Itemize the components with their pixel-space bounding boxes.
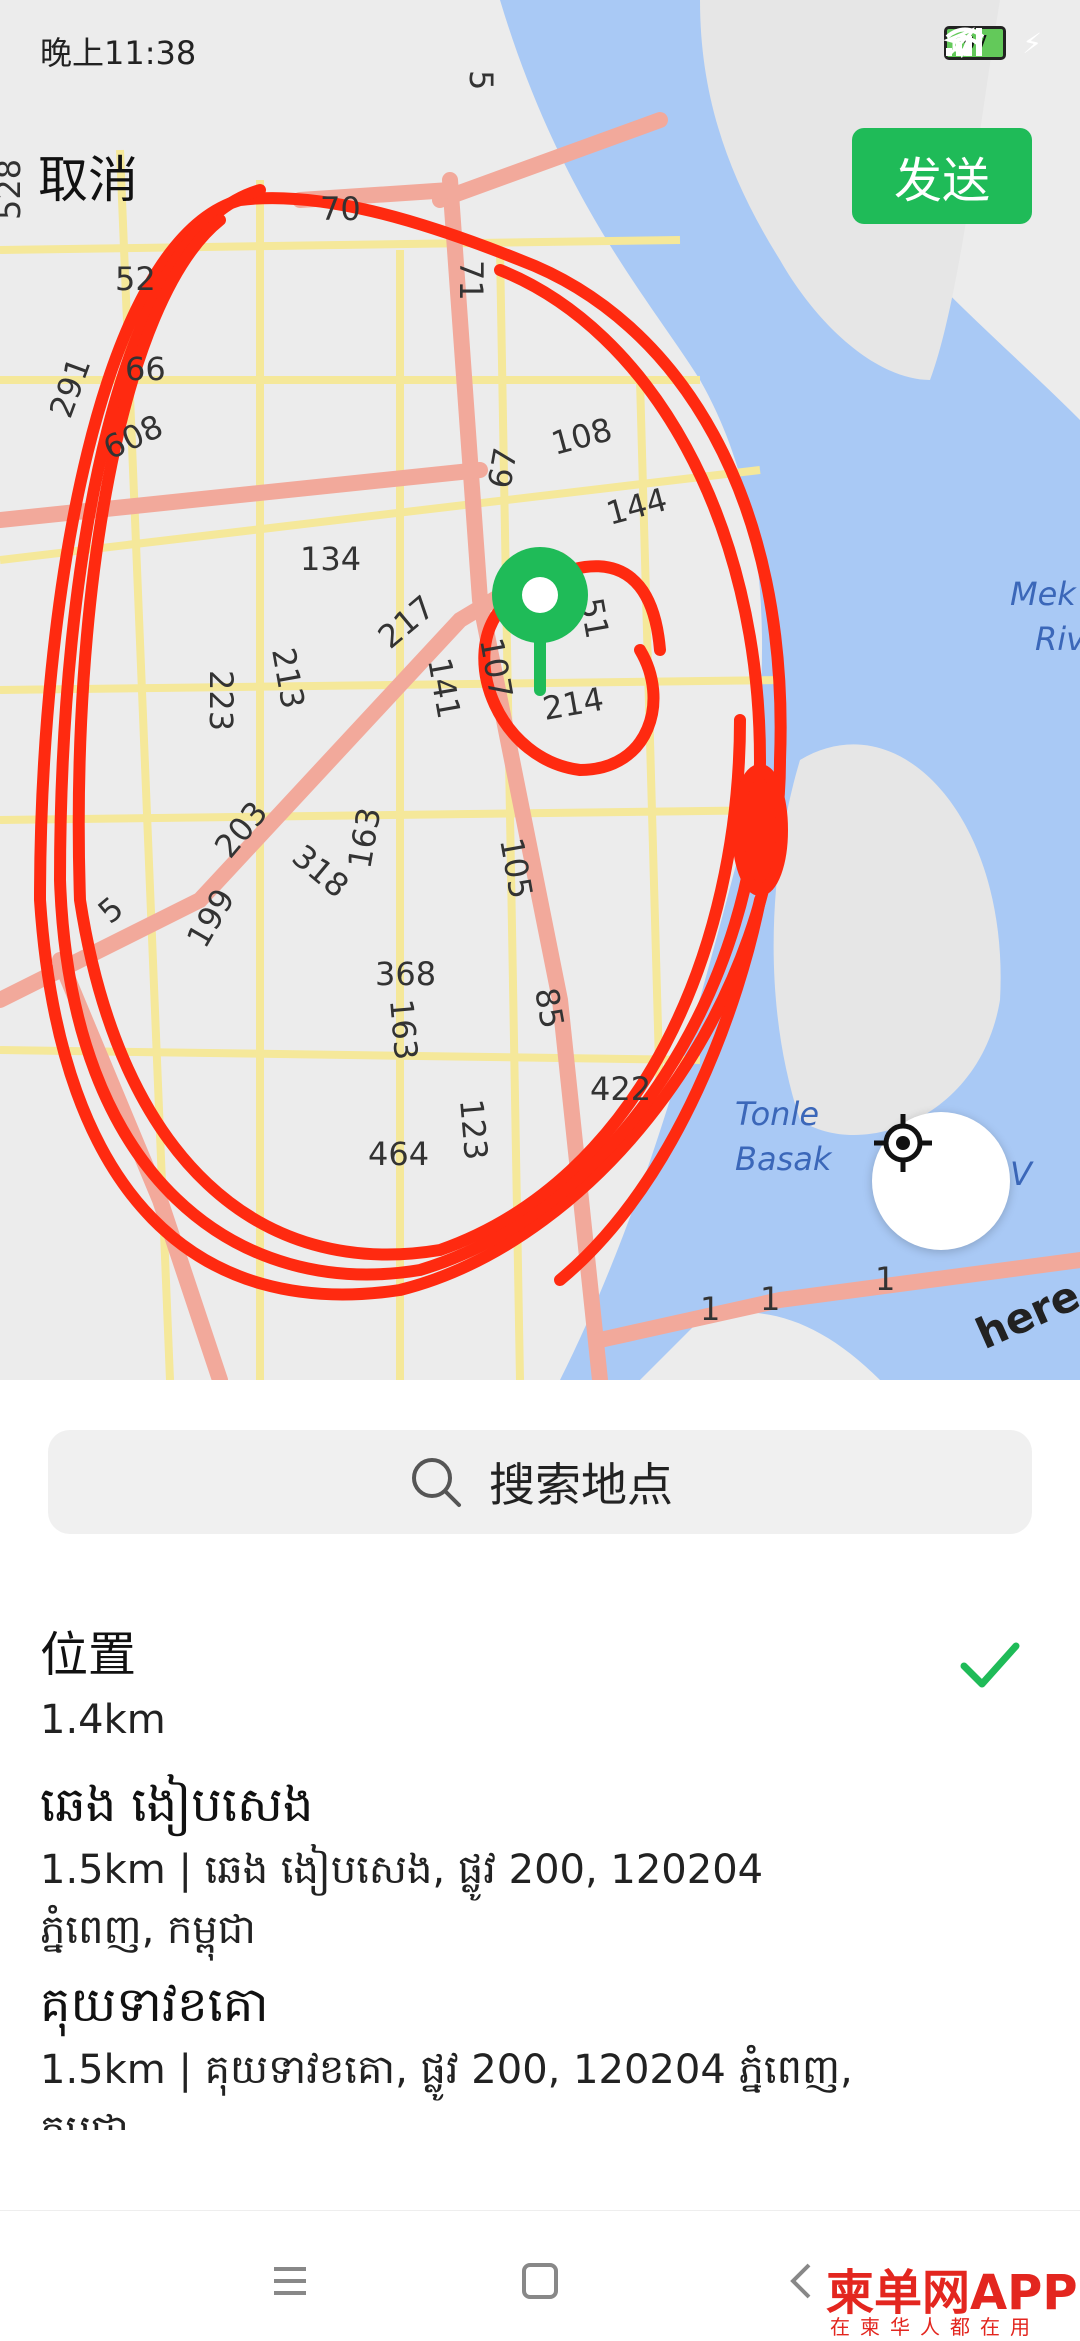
road-label: 5: [91, 889, 131, 931]
status-icons: 97 ⚡: [944, 26, 1042, 60]
water-label: V: [1010, 1155, 1034, 1193]
location-title: ឆេង ងៀបសេង: [40, 1777, 314, 1833]
road-label: 163: [382, 997, 425, 1061]
search-icon: [412, 1458, 461, 1507]
road-label: 71: [452, 260, 490, 301]
road-label: 1: [875, 1260, 895, 1298]
water-label: Basak: [735, 1140, 833, 1178]
back-chevron-icon: [790, 2263, 811, 2299]
road-label: 203: [207, 794, 275, 865]
road-label: 66: [125, 350, 166, 388]
my-location-button[interactable]: [872, 1112, 1010, 1250]
road-label: 214: [540, 680, 607, 728]
send-button[interactable]: 发送: [852, 128, 1032, 224]
road-label: 85: [527, 985, 571, 1032]
road-label: 368: [375, 955, 436, 993]
location-address-line2: ភ្នំពេញ, កម្ពុជា: [40, 1907, 256, 1953]
location-address: 1.5km | ឆេង ងៀបសេង, ផ្លូវ 200, 120204: [40, 1847, 764, 1893]
cancel-button[interactable]: 取消: [38, 140, 138, 212]
road-label: 123: [452, 1097, 495, 1161]
road-label: 291: [42, 352, 99, 422]
charging-icon: ⚡: [1022, 26, 1042, 60]
location-item[interactable]: ឆេង ងៀបសេង 1.5km | ឆេង ងៀបសេង, ផ្លូវ 200…: [40, 1770, 1040, 1960]
road-label: 1: [700, 1290, 720, 1328]
back-button[interactable]: [770, 2251, 830, 2311]
road-label: 199: [179, 882, 242, 954]
home-button[interactable]: [510, 2251, 570, 2311]
location-sheet: 搜索地点 位置 1.4km ឆេង ងៀបសេង 1.5km | ឆេង ងៀប…: [0, 1380, 1080, 2210]
water-label: Riv: [1035, 620, 1080, 658]
road-label: 213: [264, 645, 312, 712]
location-title: 位置: [40, 1627, 137, 1683]
location-distance: 1.4km: [40, 1697, 166, 1743]
menu-button[interactable]: [260, 2251, 320, 2311]
road-label: 464: [368, 1135, 429, 1173]
road-label: 528: [0, 159, 28, 220]
search-input[interactable]: 搜索地点: [48, 1430, 1032, 1534]
road-label: 134: [300, 540, 361, 578]
location-list: 位置 1.4km ឆេង ងៀបសេង 1.5km | ឆេង ងៀបសេង, …: [40, 1620, 1040, 2140]
water-label: Mek: [1010, 575, 1077, 613]
home-square-icon: [522, 2263, 558, 2299]
watermark-tagline: 在柬华人都在用: [830, 2315, 1040, 2339]
road-label: 52: [115, 260, 156, 298]
status-time: 晚上11:38: [40, 34, 197, 72]
checkmark-icon: [960, 1642, 1020, 1688]
road-label: 67: [480, 445, 524, 492]
location-address: 1.5km | គុយទាវខគោ, ផ្លូវ 200, 120204 ភ្ន…: [40, 2047, 853, 2093]
water-label: Tonle: [735, 1095, 819, 1133]
location-item[interactable]: គុយទាវខគោ 1.5km | គុយទាវខគោ, ផ្លូវ 200, …: [40, 1970, 1040, 2130]
status-bar: 晚上11:38 97 ⚡: [0, 22, 1080, 78]
crosshair-icon: [874, 1114, 932, 1172]
road-label: 70: [320, 190, 361, 228]
road-label: 223: [202, 670, 240, 731]
road-label: 422: [590, 1070, 651, 1108]
road-label: 1: [760, 1280, 780, 1318]
road-label: 108: [547, 410, 616, 463]
road-label: 107: [472, 635, 520, 702]
search-placeholder: 搜索地点: [489, 1458, 673, 1512]
wifi-icon: [945, 27, 985, 56]
menu-icon: [274, 2267, 306, 2295]
system-nav-bar: 柬单网APP 在柬华人都在用: [0, 2210, 1080, 2341]
road-label: 141: [420, 655, 468, 722]
location-title: គុយទាវខគោ: [40, 1977, 269, 2033]
location-item[interactable]: 位置 1.4km: [40, 1620, 1040, 1750]
map-view[interactable]: 5 70 528 291 608 66 52 71 67 108 144 134…: [0, 0, 1080, 1380]
location-address-line2: កម្ពុជា: [40, 2107, 129, 2130]
